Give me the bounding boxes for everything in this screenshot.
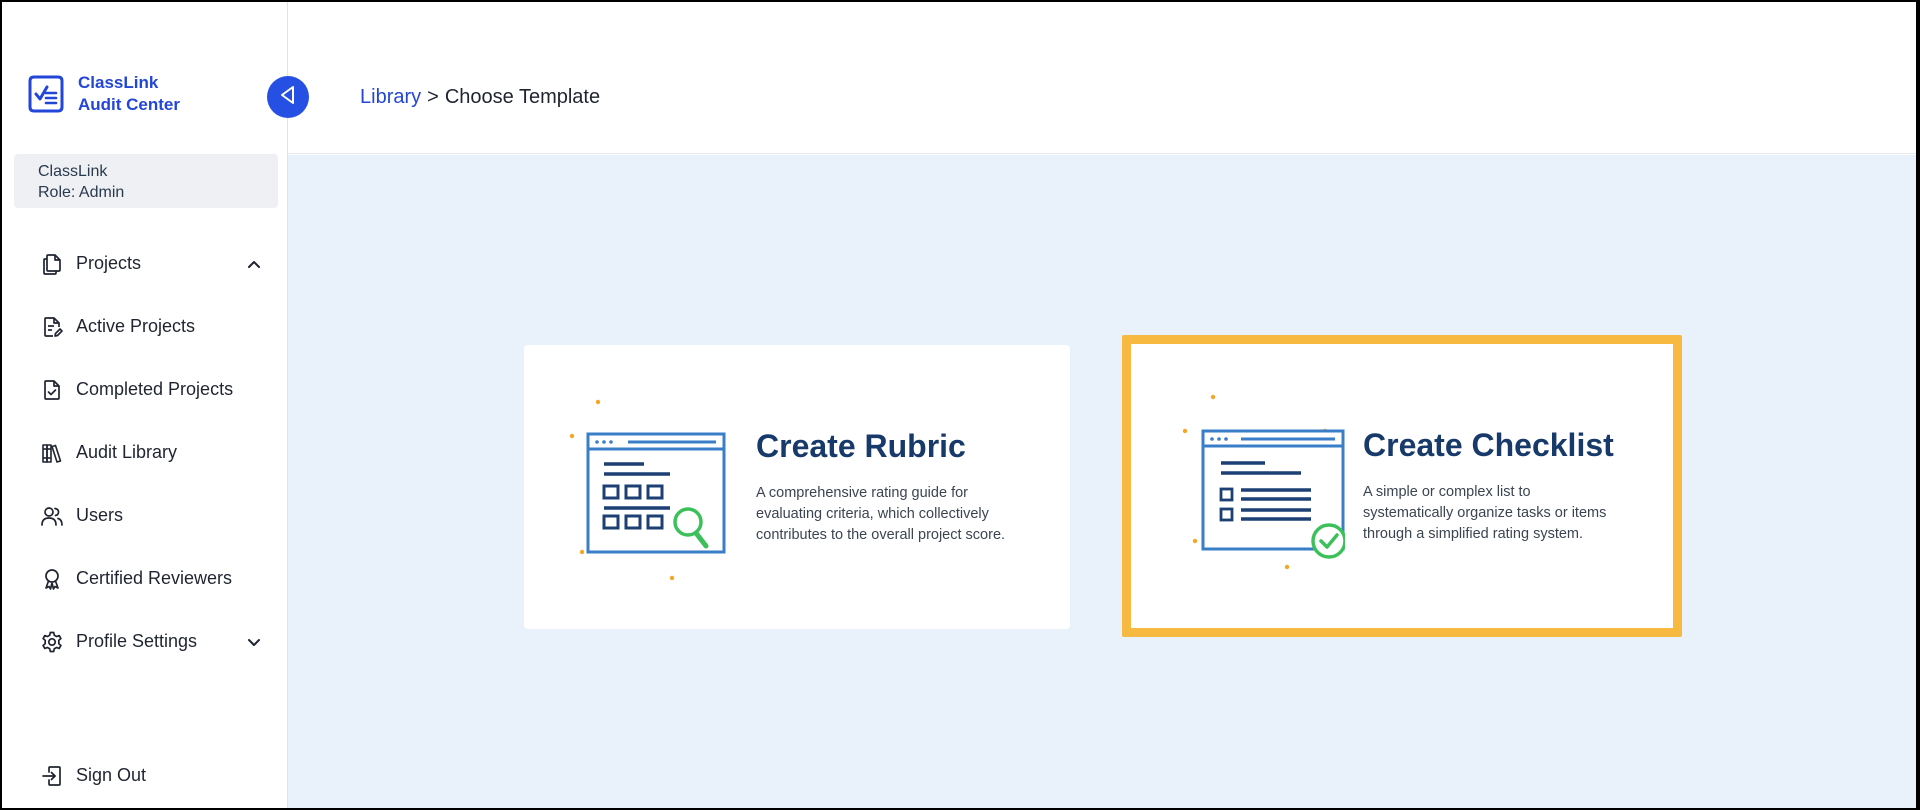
- rubric-description: A comprehensive rating guide for evaluat…: [756, 485, 1006, 543]
- collapse-sidebar-button[interactable]: [267, 76, 309, 118]
- rubric-illustration-icon: [568, 392, 738, 582]
- sign-in-arrow-icon: [38, 762, 66, 790]
- sign-out-label: Sign Out: [76, 765, 147, 785]
- brand-name: ClassLink Audit Center: [78, 72, 180, 116]
- template-chooser: Create Rubric A comprehensive rating gui…: [288, 155, 1916, 808]
- sidebar: ClassLink Audit Center ClassLink Role: A…: [2, 2, 288, 808]
- checklist-logo-icon: [26, 73, 66, 115]
- file-check-icon: [38, 376, 66, 404]
- sidebar-item-label: Completed Projects: [76, 379, 234, 399]
- sidebar-item-projects[interactable]: Projects: [2, 232, 288, 295]
- sidebar-item-audit-library[interactable]: Audit Library: [2, 421, 288, 484]
- sidebar-item-label: Audit Library: [76, 442, 178, 462]
- create-checklist-card[interactable]: Create Checklist A simple or complex lis…: [1122, 335, 1682, 637]
- checklist-description: A simple or complex list to systematical…: [1363, 484, 1607, 542]
- award-ribbon-icon: [38, 565, 66, 593]
- triangle-left-icon: [277, 84, 299, 111]
- file-edit-icon: [38, 313, 66, 341]
- main-area: Library > Choose Template Create Rubric …: [288, 2, 1916, 808]
- brand-line1: ClassLink: [78, 73, 159, 92]
- chevron-up-icon[interactable]: [244, 254, 264, 274]
- users-icon: [38, 502, 66, 530]
- sidebar-item-users[interactable]: Users: [2, 484, 288, 547]
- sign-out-button[interactable]: Sign Out: [2, 744, 288, 807]
- rubric-title: Create Rubric: [756, 428, 966, 464]
- breadcrumb-separator: >: [427, 86, 439, 108]
- brand[interactable]: ClassLink Audit Center: [26, 72, 180, 116]
- brand-line2: Audit Center: [78, 95, 180, 114]
- sign-out-area: Sign Out: [2, 744, 288, 807]
- sidebar-item-profile-settings[interactable]: Profile Settings: [2, 610, 288, 673]
- sidebar-item-label: Certified Reviewers: [76, 568, 233, 588]
- top-bar: Library > Choose Template: [288, 2, 1916, 154]
- sidebar-item-label: Projects: [76, 253, 142, 273]
- chevron-down-icon[interactable]: [244, 632, 264, 652]
- sidebar-item-certified-reviewers[interactable]: Certified Reviewers: [2, 547, 288, 610]
- org-info: ClassLink Role: Admin: [14, 154, 278, 208]
- checklist-title: Create Checklist: [1363, 427, 1614, 463]
- sidebar-item-active-projects[interactable]: Active Projects: [2, 295, 288, 358]
- breadcrumb-current: Choose Template: [444, 86, 601, 108]
- sidebar-item-label: Active Projects: [76, 316, 196, 336]
- app-window: ClassLink Audit Center ClassLink Role: A…: [2, 2, 1916, 808]
- sidebar-item-label: Users: [76, 505, 124, 525]
- sidebar-nav: Projects Active Projects Completed Proje…: [2, 232, 288, 673]
- checklist-illustration-icon: [1175, 391, 1347, 581]
- checklist-text: Create Checklist A simple or complex lis…: [1363, 427, 1614, 545]
- rubric-text: Create Rubric A comprehensive rating gui…: [756, 428, 1006, 546]
- gear-icon: [38, 628, 66, 656]
- org-role: Role: Admin: [38, 184, 125, 201]
- sidebar-item-completed-projects[interactable]: Completed Projects: [2, 358, 288, 421]
- breadcrumb: Library > Choose Template: [360, 86, 600, 109]
- copy-files-icon: [38, 250, 66, 278]
- create-rubric-card[interactable]: Create Rubric A comprehensive rating gui…: [524, 345, 1070, 629]
- org-name: ClassLink: [38, 163, 108, 180]
- books-icon: [38, 439, 66, 467]
- breadcrumb-library-link[interactable]: Library: [360, 86, 421, 109]
- sidebar-item-label: Profile Settings: [76, 631, 198, 651]
